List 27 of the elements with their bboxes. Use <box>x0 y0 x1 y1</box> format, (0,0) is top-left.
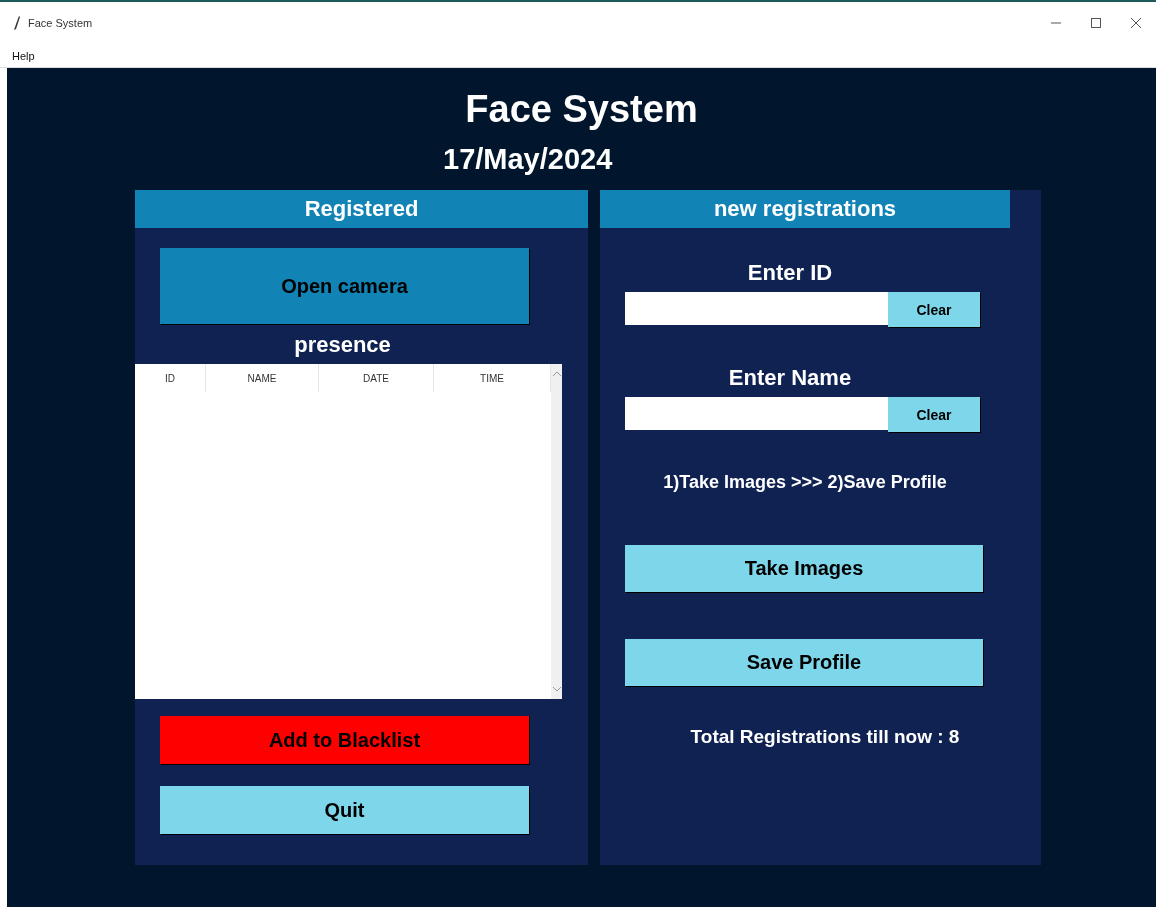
take-images-button[interactable]: Take Images <box>625 545 983 592</box>
clear-button[interactable]: Clear <box>888 397 980 432</box>
column-header[interactable]: ID <box>135 364 206 392</box>
date-text: 17/May/2024 <box>443 143 613 176</box>
save-profile-button[interactable]: Save Profile <box>625 639 983 686</box>
close-icon[interactable] <box>1131 18 1141 28</box>
quit-button[interactable]: Quit <box>160 786 529 834</box>
panel-header: Registered <box>135 190 588 228</box>
open-camera-button[interactable]: Open camera <box>160 248 529 324</box>
maximize-icon[interactable] <box>1091 18 1101 28</box>
app-title: Face System <box>465 88 698 131</box>
feather-icon <box>14 16 20 30</box>
panel-header: new registrations <box>600 190 1010 228</box>
scrollbar[interactable] <box>551 364 562 699</box>
field-label: Enter ID <box>746 260 834 286</box>
clear-button[interactable]: Clear <box>888 292 980 327</box>
menu-item[interactable]: Help <box>12 49 35 62</box>
total-registrations-text: Total Registrations till now : 8 <box>689 726 961 748</box>
field-label: Enter Name <box>727 365 853 391</box>
blacklist-button[interactable]: Add to Blacklist <box>160 716 529 764</box>
column-header[interactable]: NAME <box>206 364 319 392</box>
instructions-text: 1)Take Images >>> 2)Save Profile <box>662 472 948 493</box>
input-field[interactable] <box>625 292 888 325</box>
table-title: presence <box>293 332 392 358</box>
column-header[interactable]: DATE <box>319 364 434 392</box>
window-title: Face System <box>28 17 94 29</box>
input-field[interactable] <box>625 397 888 430</box>
